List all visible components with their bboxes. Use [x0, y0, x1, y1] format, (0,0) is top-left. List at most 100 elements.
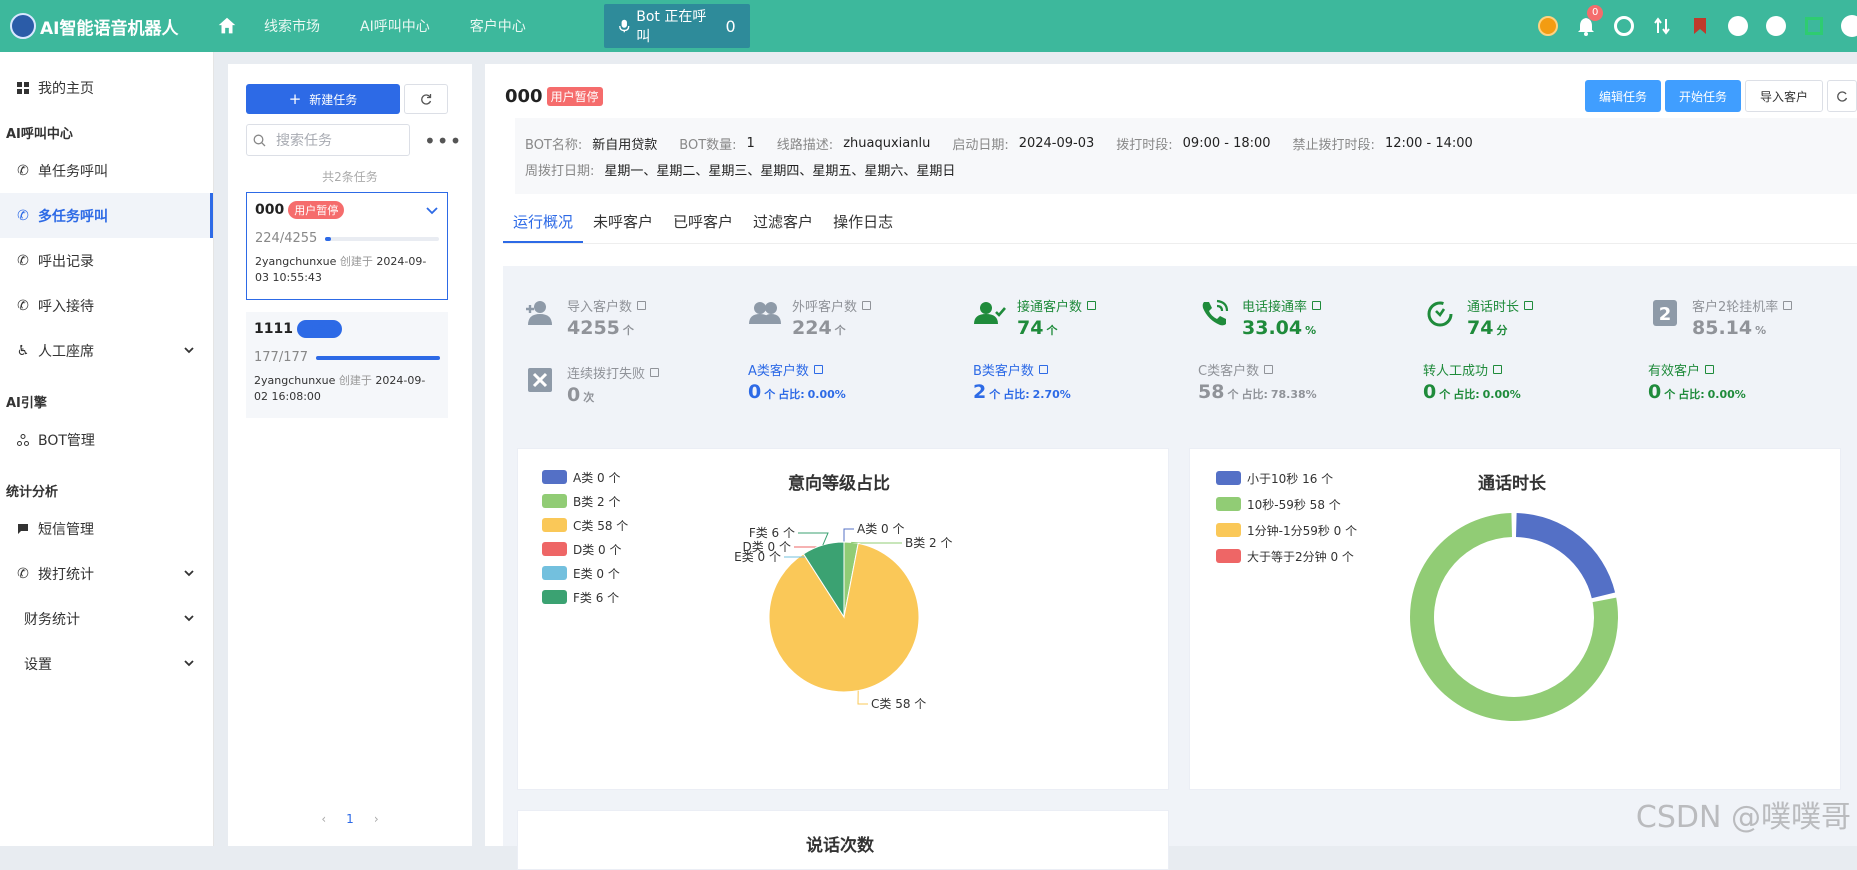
- sidebar-item-dial-stats[interactable]: ✆ 拨打统计: [0, 551, 213, 596]
- stat-value: 33.04: [1242, 317, 1302, 339]
- stat-value: 4255: [567, 317, 620, 339]
- next-page-icon[interactable]: ›: [374, 812, 379, 826]
- compass-icon[interactable]: [1727, 15, 1749, 37]
- bell-icon[interactable]: 0: [1575, 15, 1597, 37]
- ratio-label: 占比:: [778, 388, 804, 401]
- pie-label-line: [798, 533, 828, 545]
- sidebar-item-multi-call[interactable]: ✆ 多任务呼叫: [0, 193, 213, 238]
- sort-arrows-icon[interactable]: [1651, 15, 1673, 37]
- message-icon: [16, 522, 30, 536]
- home-icon[interactable]: [216, 15, 238, 37]
- pie-label: F类 6 个: [749, 526, 795, 540]
- stat-unit: 个: [623, 324, 634, 337]
- pie-slice-小于10秒[interactable]: [1516, 513, 1615, 598]
- stats-area: 导入客户数 4255个 外呼客户数 224个 接通客户数 74个 电话接通率 3…: [503, 266, 1857, 846]
- sidebar-item-bot-manage[interactable]: BOT管理: [0, 417, 213, 462]
- stat-unit: 个: [764, 388, 775, 401]
- phone-icon: ✆: [16, 164, 30, 178]
- task-card[interactable]: 1111 已完成 177/177 2yangchunxue 创建于 2024-0…: [246, 312, 448, 418]
- task-progress-text: 224/4255: [255, 231, 317, 246]
- tab-filtered[interactable]: 过滤客户: [743, 202, 823, 243]
- stat-ratio: 0.00%: [1483, 388, 1521, 401]
- aperture-icon[interactable]: [1613, 15, 1635, 37]
- calendar-icon: [1524, 301, 1533, 310]
- sidebar-item-in-reception[interactable]: ✆ 呼入接待: [0, 283, 213, 328]
- pie-label: A类 0 个: [857, 522, 904, 536]
- stat-unit: 个: [1046, 324, 1057, 337]
- pie-label-line: [858, 691, 868, 704]
- plus-icon: +: [289, 90, 302, 108]
- tab-uncalled[interactable]: 未呼客户: [583, 202, 663, 243]
- info-ban-hours: 12:00 - 14:00: [1385, 136, 1473, 151]
- stat-ratio: 0.00%: [1708, 388, 1746, 401]
- new-task-button[interactable]: + 新建任务: [246, 84, 400, 114]
- refresh-button[interactable]: [404, 84, 448, 114]
- duration-donut-chart: [1190, 449, 1842, 791]
- sidebar-item-single-call[interactable]: ✆ 单任务呼叫: [0, 148, 213, 193]
- edit-task-button[interactable]: 编辑任务: [1585, 80, 1661, 112]
- calendar-icon: [1264, 365, 1273, 374]
- nav-ai-call-center[interactable]: AI呼叫中心: [360, 16, 430, 36]
- created-date: 2024-09-: [375, 374, 425, 387]
- created-time: 03 10:55:43: [255, 271, 322, 284]
- phone-ringing-icon: [1198, 296, 1232, 330]
- task-search-input[interactable]: 搜索任务: [246, 124, 410, 156]
- stat-connected: 接通客户数 74个: [973, 296, 1096, 339]
- bookmark-icon[interactable]: [1689, 15, 1711, 37]
- chevron-down-icon[interactable]: [425, 203, 439, 217]
- info-bot-name: 新自用贷款: [592, 134, 657, 153]
- created-date: 2024-09-: [376, 255, 426, 268]
- task-creator: 2yangchunxue: [255, 255, 336, 268]
- grid-icon: [16, 81, 30, 95]
- stat-value: 0: [567, 384, 580, 406]
- stat-unit: %: [1755, 324, 1766, 337]
- created-label: 创建于: [340, 255, 373, 268]
- refresh-icon: [420, 93, 432, 105]
- sidebar-item-agents[interactable]: ♿ 人工座席: [0, 328, 213, 373]
- tab-logs[interactable]: 操作日志: [823, 202, 903, 243]
- page-number[interactable]: 1: [346, 812, 354, 826]
- import-customers-button[interactable]: 导入客户: [1745, 80, 1823, 112]
- calendar-icon: [1087, 301, 1096, 310]
- top-bar: AI智能语音机器人 线索市场 AI呼叫中心 客户中心 Bot 正在呼叫 0 0: [0, 0, 1857, 52]
- app-logo[interactable]: AI智能语音机器人: [0, 13, 200, 39]
- coin-icon[interactable]: [1537, 15, 1559, 37]
- stat-unit: 个: [1227, 388, 1238, 401]
- users-icon: [748, 296, 782, 330]
- info-key: 启动日期:: [952, 134, 1008, 153]
- sidebar-item-sms[interactable]: 短信管理: [0, 506, 213, 551]
- info-start-date: 2024-09-03: [1019, 136, 1095, 151]
- sidebar-item-home[interactable]: 我的主页: [0, 65, 213, 110]
- stat-label: 通话时长: [1467, 296, 1519, 315]
- sidebar: 我的主页 AI呼叫中心 ✆ 单任务呼叫 ✆ 多任务呼叫 ✆ 呼出记录 ✆ 呼入接…: [0, 52, 214, 846]
- ratio-label: 占比:: [1003, 388, 1029, 401]
- calendar-icon: [650, 368, 659, 377]
- sidebar-item-out-records[interactable]: ✆ 呼出记录: [0, 238, 213, 283]
- prev-page-icon[interactable]: ‹: [321, 812, 326, 826]
- github-icon[interactable]: [1765, 15, 1787, 37]
- sidebar-item-label: 我的主页: [38, 78, 94, 98]
- calendar-icon: [862, 301, 871, 310]
- sidebar-item-settings[interactable]: 设置: [0, 641, 213, 686]
- ratio-label: 占比:: [1678, 388, 1704, 401]
- screenshot-icon[interactable]: [1803, 15, 1825, 37]
- stat-label: 转人工成功: [1423, 360, 1488, 379]
- sidebar-section-stats: 统计分析: [0, 462, 213, 506]
- nav-customer-center[interactable]: 客户中心: [470, 16, 526, 36]
- bot-status-indicator[interactable]: Bot 正在呼叫 0: [604, 4, 750, 48]
- ratio-label: 占比:: [1453, 388, 1479, 401]
- phone-outgoing-icon: ✆: [16, 254, 30, 268]
- sidebar-item-label: BOT管理: [38, 430, 95, 450]
- start-task-button[interactable]: 开始任务: [1665, 80, 1741, 112]
- info-key: 禁止拨打时段:: [1293, 134, 1375, 153]
- sidebar-section-engine: AI引擎: [0, 373, 213, 417]
- more-options-icon[interactable]: •••: [424, 136, 462, 146]
- refresh-button[interactable]: [1827, 80, 1857, 112]
- stat-label: 连续拨打失败: [567, 363, 645, 382]
- tab-overview[interactable]: 运行概况: [503, 202, 583, 243]
- sidebar-item-finance[interactable]: 财务统计: [0, 596, 213, 641]
- user-avatar-icon[interactable]: [1841, 15, 1857, 37]
- nav-leads-market[interactable]: 线索市场: [264, 16, 320, 36]
- task-card[interactable]: 000 用户暂停 224/4255 2yangchunxue 创建于 2024-…: [246, 192, 448, 300]
- tab-called[interactable]: 已呼客户: [663, 202, 743, 243]
